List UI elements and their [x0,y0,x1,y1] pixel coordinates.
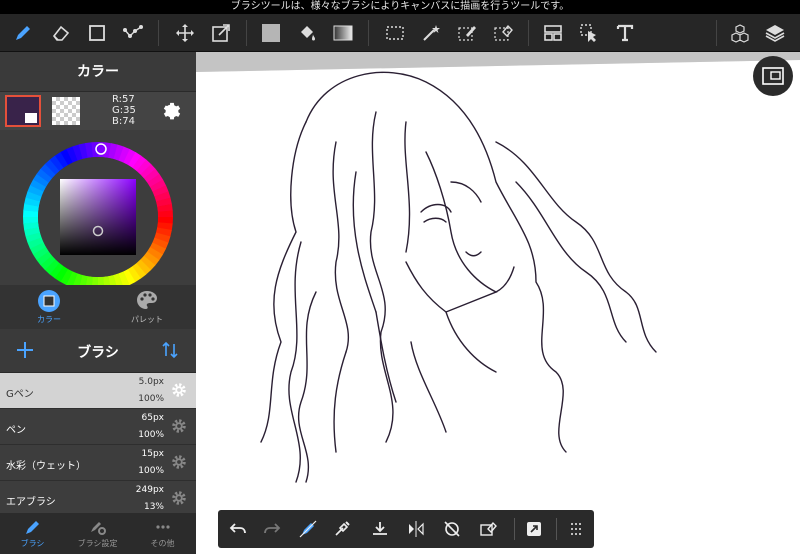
eyedropper-icon[interactable] [328,515,356,543]
brush-name: 水彩（ウェット） [6,461,86,472]
color-wheel[interactable] [23,142,173,292]
rgb-readout: R:57 G:35 B:74 [112,94,136,127]
operation-icon[interactable] [574,18,604,48]
eraser-icon[interactable] [46,18,76,48]
color-circle-icon [38,290,60,312]
brush-settings-icon [90,522,106,535]
brush-icon[interactable] [8,18,38,48]
fullscreen-icon[interactable] [520,515,548,543]
brush-item[interactable]: Gペン 5.0px 100% [0,373,196,409]
tab-brush-settings[interactable]: ブラシ設定 [65,513,130,554]
3d-material-icon[interactable] [725,18,755,48]
brush-name: ペン [6,425,26,436]
brush-snap-icon[interactable] [294,515,322,543]
shape-icon[interactable] [82,18,112,48]
main-toolbar [0,14,800,52]
magic-wand-icon[interactable] [416,18,446,48]
tab-more-label: その他 [150,539,175,548]
fill-color-icon[interactable] [256,18,286,48]
secondary-color-swatch[interactable] [52,97,80,125]
gear-icon[interactable] [170,417,188,435]
layers-icon[interactable] [760,18,790,48]
text-icon[interactable] [610,18,640,48]
navigator-button[interactable] [753,56,793,96]
more-icon [155,525,170,529]
brush-item[interactable]: エアブラシ 249px 13% [0,481,196,517]
save-icon[interactable] [366,515,394,543]
brush-opacity: 100% [138,466,164,476]
flip-icon[interactable] [402,515,430,543]
brush-size: 65px [141,413,165,423]
palette-icon [137,291,157,309]
clear-icon[interactable] [474,515,502,543]
navigator-icon [762,67,784,85]
drawing-canvas[interactable] [196,52,800,554]
redo-icon[interactable] [258,515,286,543]
brush-icon [25,521,39,534]
tab-palette[interactable]: パレット [98,285,196,329]
brush-size: 5.0px [138,377,164,387]
bottom-tab-bar: ブラシ ブラシ設定 その他 [0,513,196,554]
brush-name: Gペン [6,389,34,400]
tab-brush-label: ブラシ [20,539,45,548]
tab-palette-label: パレット [131,315,163,324]
undo-icon[interactable] [224,515,252,543]
gear-icon[interactable] [161,100,183,122]
transform-icon[interactable] [206,18,236,48]
brush-opacity: 100% [138,394,164,404]
brush-size: 249px [135,485,164,495]
bucket-icon[interactable] [292,18,322,48]
dot-line-icon[interactable] [118,18,148,48]
brush-opacity: 13% [143,502,164,512]
gear-icon[interactable] [170,381,188,399]
rotate-reset-icon[interactable] [438,515,466,543]
left-panel: カラー R:57 G:35 B:74 カラー パレット ブラシ Gペン 5.0p… [0,52,196,554]
color-swatch-row: R:57 G:35 B:74 [0,92,196,130]
brush-opacity: 100% [138,430,164,440]
tab-color-label: カラー [37,315,61,324]
rgb-b: B:74 [112,116,135,127]
color-tab-bar: カラー パレット [0,285,196,329]
select-rect-icon[interactable] [380,18,410,48]
move-icon[interactable] [170,18,200,48]
rgb-g: G:35 [112,105,136,116]
gradient-icon[interactable] [328,18,358,48]
primary-color-swatch[interactable] [5,95,41,127]
rgb-r: R:57 [112,94,135,105]
color-wheel-area [0,130,196,292]
brush-item[interactable]: ペン 65px 100% [0,409,196,445]
select-pen-icon[interactable] [452,18,482,48]
canvas-artwork [196,52,800,483]
gear-icon[interactable] [170,453,188,471]
tab-color[interactable]: カラー [0,285,98,329]
brush-name: エアブラシ [6,497,56,508]
frame-icon[interactable] [538,18,568,48]
brush-panel-header: ブラシ [0,329,196,373]
sort-icon[interactable] [160,340,180,360]
more-grid-icon[interactable] [562,515,590,543]
select-eraser-icon[interactable] [488,18,518,48]
tab-more[interactable]: その他 [130,513,195,554]
tool-tooltip: ブラシツールは、様々なブラシによりキャンバスに描画を行うツールです。 [0,0,800,14]
quick-toolbar [218,510,594,548]
brush-size: 15px [141,449,165,459]
color-panel-title: カラー [0,52,196,92]
gear-icon[interactable] [170,489,188,507]
brush-item[interactable]: 水彩（ウェット） 15px 100% [0,445,196,481]
tab-brush-settings-label: ブラシ設定 [77,539,118,548]
tab-brush[interactable]: ブラシ [0,513,65,554]
